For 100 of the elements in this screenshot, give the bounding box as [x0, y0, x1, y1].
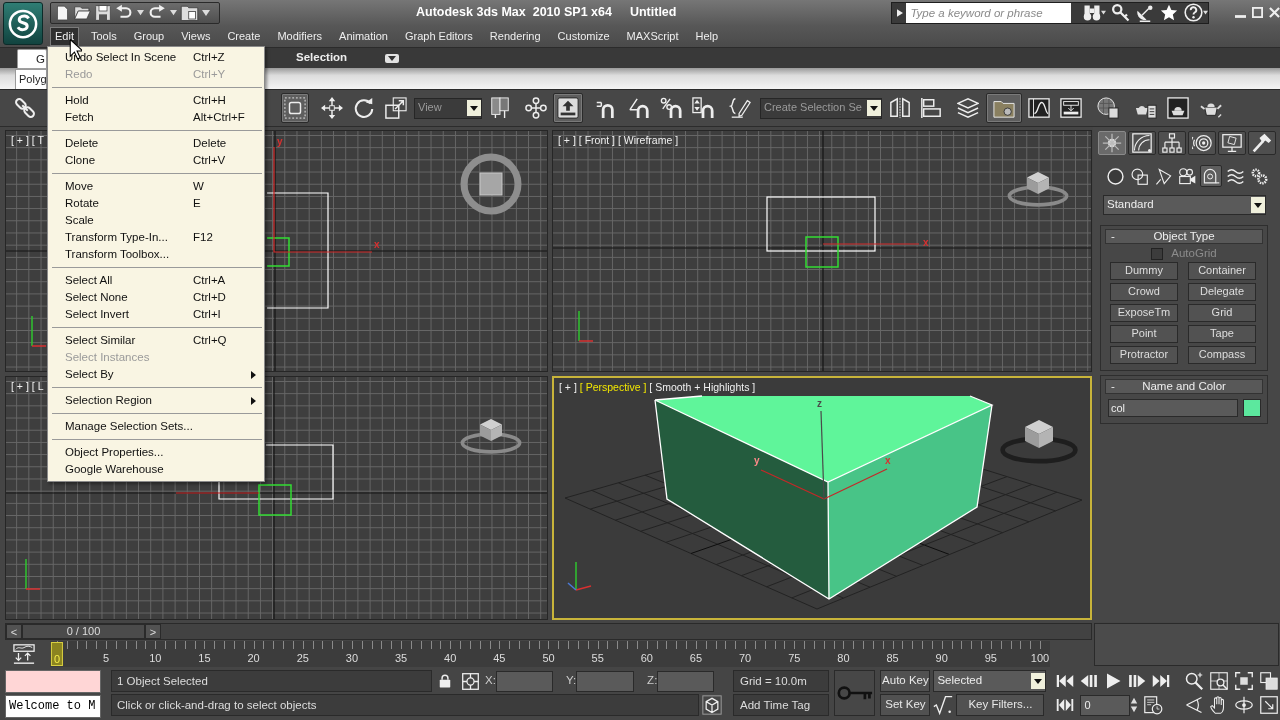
time-configuration-button[interactable] [1142, 694, 1165, 716]
viewport-label[interactable]: [ Smooth + Highlights ] [649, 381, 756, 394]
project-folder-button[interactable] [180, 3, 199, 22]
maxscript-input-field[interactable] [5, 670, 101, 693]
menu-item[interactable]: Hold Ctrl+H [50, 92, 262, 109]
communication-center-button[interactable] [1136, 3, 1154, 22]
object-type-button[interactable]: Container [1188, 262, 1256, 280]
command-panel-tab[interactable] [1218, 131, 1246, 155]
menu-item[interactable]: Group [128, 26, 170, 46]
object-type-button[interactable]: Compass [1188, 346, 1256, 364]
collapse-sign[interactable]: - [1111, 230, 1123, 243]
menu-item[interactable]: Rendering [484, 26, 546, 46]
maximize-button[interactable] [1252, 7, 1263, 18]
viewport[interactable]: [ + ] [ Front ] [ Wireframe ] x [552, 130, 1092, 372]
command-panel-tab[interactable] [1188, 131, 1216, 155]
category-button[interactable] [1128, 165, 1150, 187]
viewport[interactable]: [ + ] [ Perspective ] [ Smooth + Highlights ] z y x [552, 376, 1092, 620]
command-panel-tab[interactable] [1128, 131, 1156, 155]
menu-item[interactable]: Transform Toolbox... [50, 246, 262, 263]
coordinate-field[interactable] [495, 670, 553, 692]
viewport-label[interactable]: [ Wireframe ] [618, 134, 679, 147]
next-frame-button[interactable]: > [145, 624, 161, 639]
menu-item[interactable]: Create [222, 26, 266, 46]
object-type-button[interactable]: Protractor [1110, 346, 1178, 364]
viewport-label[interactable]: [ T [31, 134, 44, 147]
object-type-button[interactable]: Tape [1188, 325, 1256, 343]
toolbar-button[interactable] [281, 93, 309, 123]
toolbar-button[interactable] [986, 93, 1022, 123]
category-button[interactable] [1176, 165, 1198, 187]
object-type-button[interactable]: Dummy [1110, 262, 1178, 280]
undo-button[interactable] [114, 4, 134, 21]
ribbon-tab[interactable]: Polyg [15, 69, 47, 89]
box-wireframe[interactable] [218, 444, 334, 500]
viewport-navigation-button[interactable] [1258, 670, 1280, 692]
viewport-label[interactable]: [ Perspective ] [579, 381, 647, 394]
category-button[interactable] [1200, 165, 1222, 187]
object-type-button[interactable]: Grid [1188, 304, 1256, 322]
viewport-navigation-button[interactable] [1208, 670, 1230, 692]
menu-item[interactable]: Rotate E [50, 195, 262, 212]
viewport-navigation-button[interactable] [1258, 694, 1280, 716]
toolbar-button[interactable] [553, 93, 583, 123]
object-type-button[interactable]: Point [1110, 325, 1178, 343]
menu-item[interactable]: Manage Selection Sets... [50, 418, 262, 435]
ribbon-toggle-button[interactable] [385, 53, 400, 63]
menu-item[interactable]: Delete Delete [50, 135, 262, 152]
search-field[interactable]: Type a keyword or phrase [906, 2, 1071, 23]
box-wireframe[interactable] [266, 192, 329, 309]
rollout-header[interactable]: - Name and Color [1105, 379, 1263, 394]
viewport-navigation-button[interactable] [1233, 670, 1255, 692]
menu-item[interactable]: Transform Type-In... F12 [50, 229, 262, 246]
viewcube-icon[interactable] [460, 153, 522, 215]
menu-item[interactable]: Select None Ctrl+D [50, 289, 262, 306]
subscription-button[interactable] [1112, 3, 1130, 22]
menu-item[interactable]: Select Similar Ctrl+Q [50, 332, 262, 349]
search-button[interactable] [1083, 3, 1106, 22]
command-panel-tab[interactable] [1158, 131, 1186, 155]
menu-item[interactable]: Customize [552, 26, 615, 46]
menu-item[interactable]: Object Properties... [50, 444, 262, 461]
object-type-button[interactable]: ExposeTm [1110, 304, 1178, 322]
viewport-label[interactable]: [ Front ] [578, 134, 615, 147]
redo-list-button[interactable] [170, 9, 177, 16]
object-type-button[interactable]: Crowd [1110, 283, 1178, 301]
box-wireframe[interactable] [766, 196, 876, 252]
menu-item[interactable]: Graph Editors [399, 26, 478, 46]
menu-item[interactable]: Animation [334, 26, 393, 46]
absolute-mode-button[interactable] [462, 672, 479, 690]
viewcube-icon[interactable] [460, 419, 522, 454]
coordinate-field[interactable] [657, 670, 715, 692]
object-type-button[interactable]: Delegate [1188, 283, 1256, 301]
rollout-header[interactable]: - Object Type [1105, 229, 1263, 244]
menu-item[interactable]: Tools [85, 26, 122, 46]
viewport-label[interactable]: [ + ] [11, 134, 29, 147]
favorites-button[interactable] [1160, 3, 1178, 22]
menu-item[interactable]: Select Invert Ctrl+I [50, 306, 262, 323]
viewport-label[interactable]: [ + ] [559, 381, 577, 394]
key-filters-button[interactable]: Key Filters... [956, 694, 1045, 716]
time-slider-thumb[interactable]: < 0 / 100 > [6, 624, 161, 639]
viewcube-icon[interactable] [1000, 420, 1078, 464]
collapse-sign[interactable]: - [1111, 380, 1123, 393]
time-slider-track[interactable]: < 0 / 100 > [5, 623, 1092, 640]
isolate-selection-button[interactable] [702, 695, 722, 715]
key-set-dropdown[interactable]: Selected [933, 670, 1047, 692]
menu-item[interactable]: Views [176, 26, 216, 46]
category-dropdown[interactable]: Standard [1103, 195, 1266, 215]
menu-item[interactable]: Select All Ctrl+A [50, 272, 262, 289]
close-button[interactable] [1269, 7, 1280, 18]
set-key-button[interactable]: Set Key [880, 694, 931, 716]
menu-item[interactable]: Modifiers [272, 26, 328, 46]
menu-item[interactable]: Clone Ctrl+V [50, 152, 262, 169]
current-frame-field[interactable]: 0 [1080, 694, 1131, 716]
default-tangent-button[interactable] [933, 695, 954, 715]
time-tag-field[interactable]: Add Time Tag [733, 694, 829, 716]
previous-frame-button[interactable]: < [6, 624, 22, 639]
box-object[interactable] [654, 395, 994, 600]
menu-item[interactable]: MAXScript [621, 26, 684, 46]
command-panel-tab[interactable] [1248, 131, 1276, 155]
application-button[interactable] [3, 2, 43, 45]
color-swatch-icon[interactable] [1243, 399, 1261, 417]
toolbar-dropdown[interactable]: View [414, 97, 482, 119]
name-field[interactable]: col [1108, 399, 1238, 417]
